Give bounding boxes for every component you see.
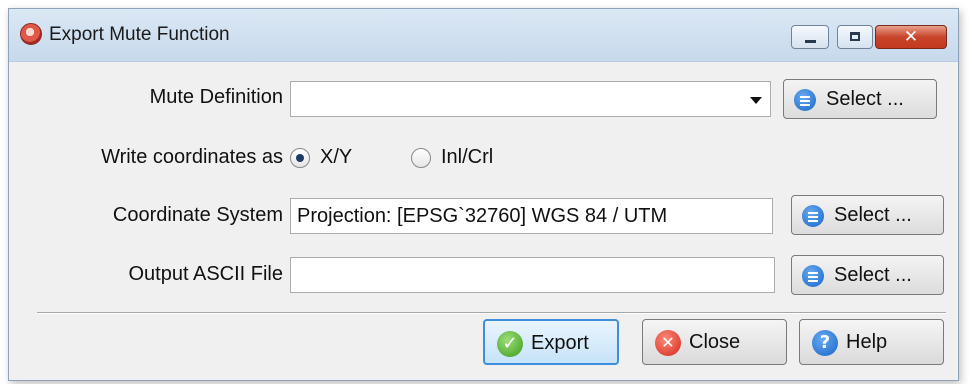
- coordinate-system-label: Coordinate System: [112, 204, 283, 226]
- checkmark-icon: ✓: [497, 331, 523, 357]
- coordinate-system-field[interactable]: Projection: [EPSG`32760] WGS 84 / UTM: [290, 198, 773, 234]
- title-bar[interactable]: Export Mute Function ✕: [9, 9, 958, 62]
- output-ascii-file-select-button[interactable]: Select ...: [791, 255, 944, 295]
- close-icon: ✕: [655, 330, 681, 356]
- export-button-label: Export: [531, 332, 589, 354]
- select-button-label: Select ...: [834, 264, 912, 286]
- maximize-icon: [850, 32, 860, 41]
- minimize-button[interactable]: [791, 25, 829, 49]
- xy-radio[interactable]: [290, 148, 310, 168]
- coordinate-system-select-button[interactable]: Select ...: [791, 195, 944, 235]
- list-icon: [802, 205, 824, 227]
- window-close-button[interactable]: ✕: [875, 25, 947, 49]
- output-ascii-file-label: Output ASCII File: [128, 263, 283, 285]
- write-coordinates-label: Write coordinates as: [101, 146, 283, 168]
- mute-definition-dropdown[interactable]: [290, 81, 771, 117]
- list-icon: [802, 265, 824, 287]
- output-ascii-file-field[interactable]: [290, 257, 775, 293]
- list-icon: [794, 89, 816, 111]
- export-button[interactable]: ✓ Export: [483, 319, 619, 365]
- inl-crl-radio-label[interactable]: Inl/Crl: [441, 146, 493, 169]
- dropdown-arrow-icon: [750, 97, 762, 104]
- inl-crl-radio[interactable]: [411, 148, 431, 168]
- help-button-label: Help: [846, 331, 888, 353]
- close-button-label: Close: [689, 331, 741, 353]
- export-mute-function-dialog: Export Mute Function ✕ Mute Definition S…: [8, 8, 959, 381]
- close-x-icon: ✕: [903, 27, 919, 47]
- help-button[interactable]: ? Help: [799, 319, 944, 365]
- divider: [37, 312, 946, 314]
- xy-radio-label[interactable]: X/Y: [320, 146, 352, 169]
- minimize-icon: [805, 40, 816, 43]
- app-icon: [20, 23, 42, 45]
- maximize-button[interactable]: [837, 25, 873, 49]
- window-title: Export Mute Function: [49, 24, 230, 45]
- mute-definition-select-button[interactable]: Select ...: [783, 79, 937, 119]
- select-button-label: Select ...: [834, 204, 912, 226]
- close-button[interactable]: ✕ Close: [642, 319, 787, 365]
- select-button-label: Select ...: [826, 88, 904, 110]
- help-icon: ?: [812, 330, 838, 356]
- mute-definition-label: Mute Definition: [149, 86, 283, 108]
